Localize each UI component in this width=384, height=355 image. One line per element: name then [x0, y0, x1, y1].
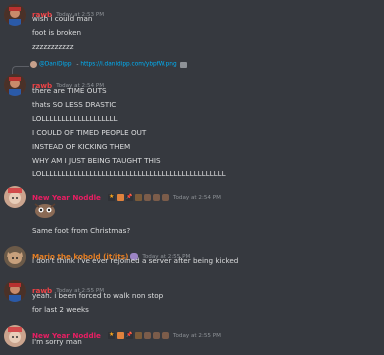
reply-connector	[12, 66, 29, 74]
emoji-badge-icon	[162, 194, 170, 201]
message-text: thats SO LESS DRASTIC	[32, 100, 117, 109]
reply-link[interactable]: https://i.danidipp.com/ybpfW.png	[80, 62, 176, 68]
message-text: I'm sorry man	[32, 337, 82, 346]
message-text: i don't think i've ever rejoined a serve…	[32, 256, 239, 265]
star-badge-icon	[108, 193, 116, 201]
timestamp: Today at 2:54 PM	[173, 194, 221, 201]
emoji-badge-icon	[162, 332, 170, 339]
avatar-rawb[interactable]	[4, 74, 26, 96]
emoji-badge-icon	[153, 332, 161, 339]
reply-author[interactable]: @DaniDipp	[39, 62, 72, 68]
reply-preview[interactable]: @DaniDipp - https://i.danidipp.com/ybpfW…	[30, 61, 187, 68]
avatar-mario-the-kobold[interactable]	[4, 246, 26, 268]
role-badge-icon	[117, 332, 125, 339]
pin-badge-icon	[126, 332, 134, 339]
message-text: LOLLLLLLLLLLLLLLLLLLLLLLLLLLLLLLLLLLLLLL…	[32, 169, 226, 178]
message-text: foot is broken	[32, 28, 82, 37]
role-badge-icon	[117, 194, 125, 201]
message-text: INSTEAD OF KICKING THEM	[32, 142, 131, 151]
avatar-rawb[interactable]	[4, 4, 26, 26]
star-badge-icon	[108, 331, 116, 339]
message-text: there are TIME OUTS	[32, 86, 107, 95]
message-text: yeah. i been forced to walk non stop	[32, 291, 164, 300]
emoji-badge-icon	[153, 194, 161, 201]
chat-messages: rawb Today at 2:53 PM wish i could man fo…	[0, 0, 384, 355]
avatar-rawb[interactable]	[4, 280, 26, 302]
avatar-new-year-noddle[interactable]	[4, 186, 26, 208]
pin-badge-icon	[126, 194, 134, 201]
timestamp: Today at 2:55 PM	[173, 332, 221, 339]
tag-badge-icon	[135, 194, 143, 201]
emoji-badge-icon	[144, 194, 152, 201]
message-text: zzzzzzzzzzz	[32, 42, 74, 51]
emoji-sticker[interactable]	[32, 200, 58, 220]
message-text: WHY AM I JUST BEING TAUGHT THIS	[32, 156, 161, 165]
tag-badge-icon	[135, 332, 143, 339]
message-header: New Year Noddle Today at 2:55 PM	[32, 325, 221, 340]
message-header: New Year Noddle Today at 2:54 PM	[32, 187, 221, 202]
message-text: for last 2 weeks	[32, 305, 89, 314]
reply-avatar	[30, 61, 37, 68]
message-text: Same foot from Christmas?	[32, 226, 131, 235]
image-icon	[179, 61, 187, 68]
emoji-badge-icon	[144, 332, 152, 339]
message-text: I COULD OF TIMED PEOPLE OUT	[32, 128, 147, 137]
message-text: LOLLLLLLLLLLLLLLLLLLL	[32, 114, 118, 123]
message-text: wish i could man	[32, 14, 93, 23]
avatar-new-year-noddle[interactable]	[4, 325, 26, 347]
